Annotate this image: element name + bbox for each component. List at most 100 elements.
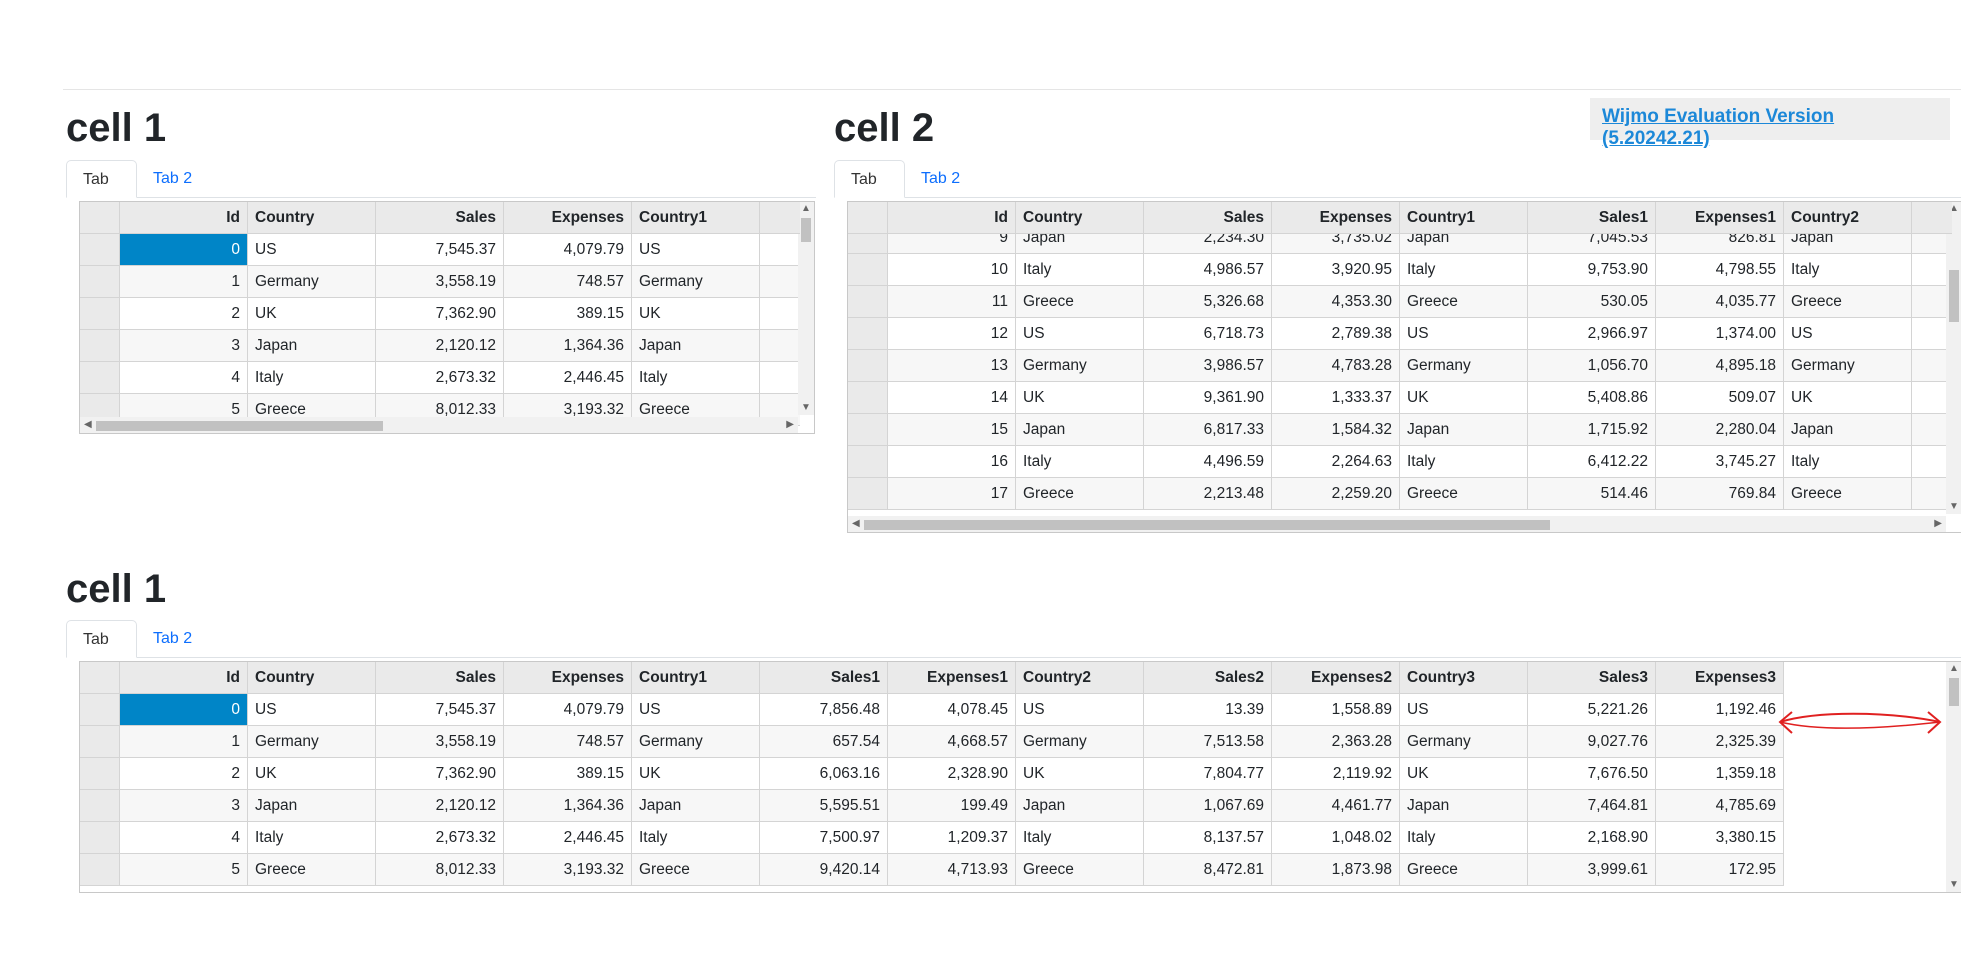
row-header[interactable] (848, 350, 888, 382)
grid-cell[interactable]: 2,259.20 (1272, 478, 1400, 510)
grid-cell[interactable]: 2 (120, 758, 248, 790)
grid-cell[interactable]: 6,817.33 (1144, 414, 1272, 446)
grid-cell[interactable]: UK (1016, 382, 1144, 414)
grid-cell[interactable]: 7,676.50 (1528, 758, 1656, 790)
grid-cell[interactable]: 4 (120, 362, 248, 394)
grid-cell[interactable]: UK (1400, 382, 1528, 414)
grid-cell[interactable]: Greece (1784, 478, 1912, 510)
scroll-up-icon[interactable]: ▲ (801, 204, 811, 214)
column-header[interactable]: Expenses (504, 662, 632, 694)
grid-cell[interactable]: 2,789.38 (1272, 318, 1400, 350)
row-header[interactable] (80, 266, 120, 298)
grid-cell[interactable]: US (1016, 694, 1144, 726)
column-header[interactable]: Sales (376, 202, 504, 234)
grid-cell[interactable]: 530.05 (1528, 286, 1656, 318)
column-header[interactable]: Id (120, 202, 248, 234)
row-header[interactable] (848, 318, 888, 350)
grid-cell[interactable]: Italy (1400, 822, 1528, 854)
grid-cell[interactable]: 3,558.19 (376, 266, 504, 298)
grid-cell[interactable]: Italy (1784, 446, 1912, 478)
column-header[interactable]: Id (888, 202, 1016, 234)
grid-cell[interactable]: 3,920.95 (1272, 254, 1400, 286)
grid-cell[interactable]: 2,966.97 (1528, 318, 1656, 350)
grid-cell[interactable]: 1,192.46 (1656, 694, 1784, 726)
vertical-scrollbar[interactable]: ▲ ▼ (798, 202, 814, 415)
grid-cell[interactable]: 5,595.51 (760, 790, 888, 822)
column-header[interactable]: Country2 (1784, 202, 1912, 234)
grid-cell[interactable]: 2,325.39 (1656, 726, 1784, 758)
grid-cell[interactable]: 3,558.19 (376, 726, 504, 758)
grid-cell[interactable]: Greece (1400, 478, 1528, 510)
grid-corner[interactable] (80, 202, 120, 234)
vertical-scroll-thumb[interactable] (801, 218, 811, 242)
grid-cell[interactable]: Germany (1016, 726, 1144, 758)
grid-cell[interactable]: 1,048.02 (1272, 822, 1400, 854)
grid-cell[interactable]: 2,328.90 (888, 758, 1016, 790)
row-header[interactable] (80, 854, 120, 886)
grid-cell[interactable]: 389.15 (504, 758, 632, 790)
grid-cell[interactable]: Germany (1400, 350, 1528, 382)
tab-1[interactable]: Tab 1 (66, 160, 137, 226)
grid-cell[interactable]: Japan (1400, 414, 1528, 446)
grid-cell[interactable]: UK (1016, 758, 1144, 790)
grid-cell[interactable]: Italy (632, 362, 760, 394)
tab-1[interactable]: Tab 1 (66, 620, 137, 686)
grid-cell[interactable]: 9,420.14 (760, 854, 888, 886)
scroll-down-icon[interactable]: ▼ (801, 403, 811, 413)
grid-cell[interactable]: 10 (888, 254, 1016, 286)
row-header[interactable] (80, 362, 120, 394)
grid-cell[interactable]: 4,986.57 (1144, 254, 1272, 286)
scroll-down-icon[interactable]: ▼ (1949, 502, 1959, 512)
grid-cell[interactable]: 4,798.55 (1656, 254, 1784, 286)
grid-cell[interactable]: 1 (120, 266, 248, 298)
grid-cell[interactable]: Greece (1016, 854, 1144, 886)
column-header[interactable]: Country1 (632, 202, 760, 234)
row-header[interactable] (80, 330, 120, 362)
grid-cell[interactable]: 2,446.45 (504, 362, 632, 394)
grid-cell[interactable]: UK (632, 298, 760, 330)
grid-cell[interactable]: 7,513.58 (1144, 726, 1272, 758)
grid-cell[interactable]: 4,078.45 (888, 694, 1016, 726)
row-header[interactable] (80, 822, 120, 854)
grid-cell[interactable]: 2,264.63 (1272, 446, 1400, 478)
grid-cell[interactable]: Italy (632, 822, 760, 854)
grid-cell[interactable]: 509.07 (1656, 382, 1784, 414)
row-header[interactable] (80, 234, 120, 266)
grid-cell[interactable]: Japan (1016, 414, 1144, 446)
grid-cell[interactable]: US (1400, 318, 1528, 350)
horizontal-scrollbar[interactable]: ◀ ▶ (80, 417, 798, 433)
grid-cell[interactable]: 748.57 (504, 726, 632, 758)
row-header[interactable] (848, 382, 888, 414)
column-header[interactable]: Sales3 (1528, 662, 1656, 694)
grid-cell[interactable]: 3,999.61 (1528, 854, 1656, 886)
horizontal-scroll-thumb[interactable] (96, 421, 383, 431)
grid-cell[interactable]: 1,359.18 (1656, 758, 1784, 790)
grid-cell[interactable]: US (1016, 318, 1144, 350)
grid-cell[interactable]: Germany (1784, 350, 1912, 382)
evaluation-watermark[interactable]: Wijmo Evaluation Version (5.20242.21) (1590, 98, 1950, 149)
grid-cell[interactable]: Italy (1400, 254, 1528, 286)
column-header[interactable]: Id (120, 662, 248, 694)
grid-cell[interactable]: Germany (248, 266, 376, 298)
scroll-right-icon[interactable]: ▶ (786, 420, 794, 430)
grid-cell[interactable]: 7,545.37 (376, 234, 504, 266)
grid-cell[interactable]: 1,584.32 (1272, 414, 1400, 446)
grid-cell[interactable]: Germany (248, 726, 376, 758)
grid-cell[interactable]: US (248, 694, 376, 726)
grid-cell[interactable]: 5,408.86 (1528, 382, 1656, 414)
grid-cell[interactable]: 2,673.32 (376, 362, 504, 394)
grid-corner[interactable] (848, 202, 888, 234)
grid-cell[interactable]: UK (248, 298, 376, 330)
grid-cell[interactable]: UK (248, 758, 376, 790)
grid-cell[interactable]: 7,362.90 (376, 758, 504, 790)
grid-cell[interactable]: Germany (1400, 726, 1528, 758)
grid-cell[interactable]: 769.84 (1656, 478, 1784, 510)
vertical-scrollbar[interactable]: ▲ ▼ (1946, 662, 1961, 892)
grid-cell[interactable]: Japan (1400, 790, 1528, 822)
grid-cell[interactable]: 4,496.59 (1144, 446, 1272, 478)
grid-cell[interactable]: 4,461.77 (1272, 790, 1400, 822)
horizontal-scroll-thumb[interactable] (864, 520, 1550, 530)
grid-cell[interactable]: 0 (120, 234, 248, 266)
column-header[interactable]: Country (248, 202, 376, 234)
grid-cell[interactable]: Greece (1016, 286, 1144, 318)
